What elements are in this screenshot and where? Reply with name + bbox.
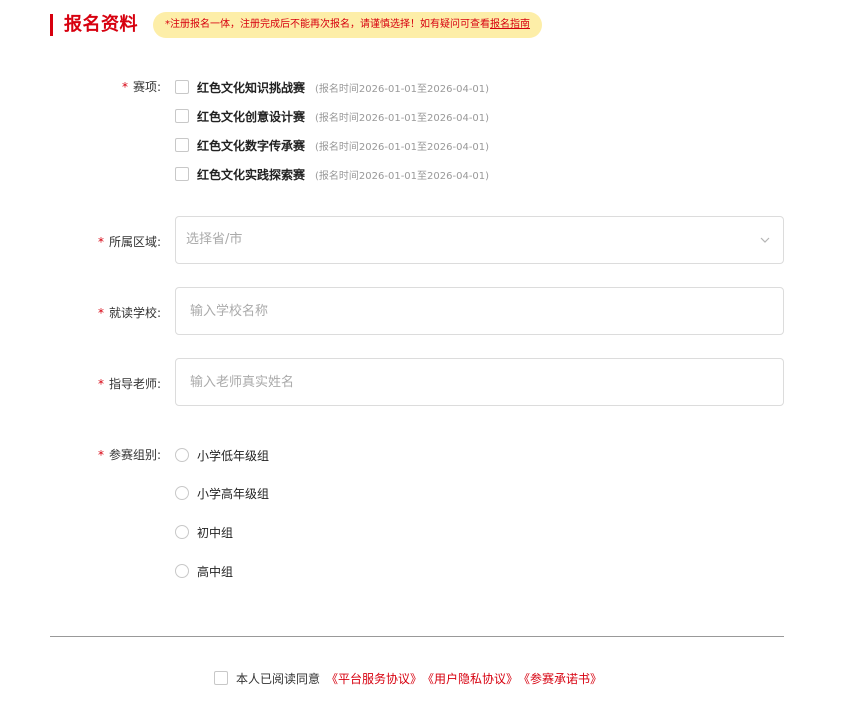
group-option[interactable]: 初中组 bbox=[175, 522, 233, 542]
competition-option[interactable]: 红色文化创意设计赛 (报名时间2026-01-01至2026-04-01) bbox=[175, 106, 489, 126]
chevron-down-icon bbox=[760, 237, 770, 243]
competition-time: (报名时间2026-01-01至2026-04-01) bbox=[315, 112, 490, 124]
competition-option[interactable]: 红色文化实践探索赛 (报名时间2026-01-01至2026-04-01) bbox=[175, 164, 489, 184]
group-option-label: 初中组 bbox=[197, 525, 234, 540]
registration-guide-link[interactable]: 报名指南 bbox=[490, 19, 530, 30]
school-input[interactable] bbox=[176, 288, 783, 334]
competition-name: 红色文化数字传承赛 bbox=[197, 138, 306, 153]
competition-checkbox[interactable] bbox=[175, 138, 189, 152]
group-radio[interactable] bbox=[175, 448, 189, 462]
group-option[interactable]: 小学低年级组 bbox=[175, 445, 269, 465]
region-placeholder: 选择省/市 bbox=[186, 232, 243, 247]
competition-time: (报名时间2026-01-01至2026-04-01) bbox=[315, 83, 490, 95]
competition-time: (报名时间2026-01-01至2026-04-01) bbox=[315, 141, 490, 153]
group-radio[interactable] bbox=[175, 564, 189, 578]
section-title: 报名资料 bbox=[64, 14, 138, 35]
school-field bbox=[175, 287, 784, 335]
competition-checkbox[interactable] bbox=[175, 109, 189, 123]
teacher-field bbox=[175, 358, 784, 406]
title-accent-bar bbox=[50, 14, 53, 36]
competition-label: * 赛项: bbox=[122, 80, 162, 94]
teacher-input[interactable] bbox=[176, 359, 783, 405]
school-label: * 就读学校: bbox=[98, 306, 162, 320]
competition-option[interactable]: 红色文化知识挑战赛 (报名时间2026-01-01至2026-04-01) bbox=[175, 77, 489, 97]
required-mark: * bbox=[98, 448, 104, 462]
competition-name: 红色文化实践探索赛 bbox=[197, 167, 306, 182]
required-mark: * bbox=[122, 80, 128, 94]
section-header: 报名资料 *注册报名一体，注册完成后不能再次报名，请谨慎选择！如有疑问可查看报名… bbox=[50, 12, 542, 38]
teacher-label: * 指导老师: bbox=[98, 377, 162, 391]
commitment-letter-link[interactable]: 《参赛承诺书》 bbox=[518, 670, 602, 687]
region-select[interactable]: 选择省/市 bbox=[175, 216, 784, 264]
competition-name: 红色文化创意设计赛 bbox=[197, 109, 306, 124]
group-option[interactable]: 小学高年级组 bbox=[175, 483, 269, 503]
region-label: * 所属区域: bbox=[98, 235, 162, 249]
group-radio[interactable] bbox=[175, 525, 189, 539]
notice-banner: *注册报名一体，注册完成后不能再次报名，请谨慎选择！如有疑问可查看报名指南 bbox=[153, 12, 542, 38]
group-option-label: 小学低年级组 bbox=[197, 448, 270, 463]
notice-text: *注册报名一体，注册完成后不能再次报名，请谨慎选择！如有疑问可查看 bbox=[165, 19, 490, 30]
agreement-row: 本人已阅读同意 《平台服务协议》 《用户隐私协议》 《参赛承诺书》 bbox=[214, 668, 602, 688]
competition-checkbox[interactable] bbox=[175, 80, 189, 94]
group-option[interactable]: 高中组 bbox=[175, 561, 233, 581]
competition-checkbox[interactable] bbox=[175, 167, 189, 181]
competition-option[interactable]: 红色文化数字传承赛 (报名时间2026-01-01至2026-04-01) bbox=[175, 135, 489, 155]
competition-time: (报名时间2026-01-01至2026-04-01) bbox=[315, 170, 490, 182]
service-agreement-link[interactable]: 《平台服务协议》 bbox=[326, 670, 422, 687]
agreement-text: 本人已阅读同意 bbox=[236, 671, 321, 686]
required-mark: * bbox=[98, 235, 104, 249]
competition-name: 红色文化知识挑战赛 bbox=[197, 80, 306, 95]
group-radio[interactable] bbox=[175, 486, 189, 500]
privacy-agreement-link[interactable]: 《用户隐私协议》 bbox=[422, 670, 518, 687]
group-label: * 参赛组别: bbox=[98, 448, 162, 462]
agreement-checkbox[interactable] bbox=[214, 671, 228, 685]
required-mark: * bbox=[98, 306, 104, 320]
group-option-label: 高中组 bbox=[197, 564, 234, 579]
divider bbox=[50, 636, 784, 637]
group-option-label: 小学高年级组 bbox=[197, 486, 270, 501]
required-mark: * bbox=[98, 377, 104, 391]
